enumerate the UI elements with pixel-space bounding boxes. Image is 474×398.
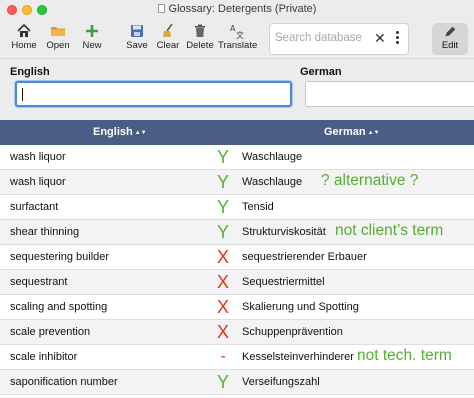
english-term: scaling and spotting: [10, 301, 108, 313]
trash-icon: [186, 23, 214, 40]
table-row[interactable]: saponification number Y Verseifungszahl: [0, 370, 474, 395]
edit-button[interactable]: Edit: [432, 23, 468, 55]
svg-text:文: 文: [236, 30, 244, 39]
text-caret: [22, 88, 23, 101]
german-term: Schuppenprävention: [242, 326, 343, 338]
status-cross-icon: X: [216, 322, 229, 342]
status-check-icon: Y: [216, 197, 229, 217]
plus-icon: [80, 23, 104, 40]
english-column-header[interactable]: English ▲▼: [93, 126, 147, 138]
translate-icon: A文: [218, 23, 256, 40]
glossary-table: wash liquor Y Waschlauge wash liquor Y W…: [0, 145, 474, 395]
english-term: saponification number: [10, 376, 118, 388]
status-dash-icon: -: [220, 348, 226, 365]
german-term: Waschlauge: [242, 176, 303, 188]
delete-button[interactable]: Delete: [186, 23, 214, 51]
broom-icon: [156, 23, 180, 40]
german-label: German: [300, 66, 342, 78]
status-cross-icon: X: [216, 272, 229, 292]
german-term: Strukturviskosität: [242, 226, 326, 238]
window-title: Glossary: Detergents (Private): [0, 3, 474, 15]
status-check-icon: Y: [216, 172, 229, 192]
english-field[interactable]: [15, 81, 292, 107]
english-term: wash liquor: [10, 151, 66, 163]
table-row[interactable]: wash liquor Y Waschlauge: [0, 145, 474, 170]
german-term: sequestrierender Erbauer: [242, 251, 367, 263]
clear-button[interactable]: Clear: [156, 23, 180, 51]
english-term: scale inhibitor: [10, 351, 78, 363]
german-field[interactable]: [305, 81, 474, 107]
english-term: scale prevention: [10, 326, 91, 338]
english-term: sequestrant: [10, 276, 68, 288]
english-term: sequestering builder: [10, 251, 110, 263]
search-input[interactable]: [275, 32, 370, 44]
save-button[interactable]: Save: [125, 23, 149, 51]
table-row[interactable]: sequestering builder X sequestrierender …: [0, 245, 474, 270]
folder-icon: [45, 23, 71, 40]
annotation-note: not tech. term: [357, 347, 452, 364]
table-row[interactable]: scaling and spotting X Skalierung und Sp…: [0, 295, 474, 320]
pencil-icon: [432, 23, 468, 40]
german-term: Sequestriermittel: [242, 276, 325, 288]
term-fields: English German: [0, 58, 474, 120]
save-icon: [125, 23, 149, 40]
german-term: Verseifungszahl: [242, 376, 320, 388]
document-icon: [157, 4, 165, 13]
status-check-icon: Y: [216, 147, 229, 167]
toolbar: Home Open New Save Clear Delete A文 Trans…: [0, 20, 474, 58]
english-term: shear thinning: [10, 226, 80, 238]
title-bar: Glossary: Detergents (Private): [0, 0, 474, 20]
english-term: surfactant: [10, 201, 59, 213]
more-options-icon[interactable]: [396, 31, 400, 46]
sort-icon: ▲▼: [134, 130, 147, 136]
table-row[interactable]: scale prevention X Schuppenprävention: [0, 320, 474, 345]
table-row[interactable]: surfactant Y Tensid: [0, 195, 474, 220]
english-label: English: [10, 66, 50, 78]
german-term: Waschlauge: [242, 151, 303, 163]
clear-search-icon[interactable]: ✕: [374, 31, 386, 45]
annotation-note: not client’s term: [335, 222, 444, 239]
table-row[interactable]: sequestrant X Sequestriermittel: [0, 270, 474, 295]
status-cross-icon: X: [216, 297, 229, 317]
translate-button[interactable]: A文 Translate: [218, 23, 257, 51]
table-header: English ▲▼ German ▲▼: [0, 120, 474, 145]
table-row[interactable]: shear thinning Y Strukturviskosität not …: [0, 220, 474, 245]
table-row[interactable]: scale inhibitor - Kesselsteinverhinderer…: [0, 345, 474, 370]
sort-icon: ▲▼: [367, 130, 380, 136]
german-column-header[interactable]: German ▲▼: [324, 126, 379, 138]
status-check-icon: Y: [216, 372, 229, 392]
status-cross-icon: X: [216, 247, 229, 267]
status-check-icon: Y: [216, 222, 229, 242]
table-row[interactable]: wash liquor Y Waschlauge ? alternative ?: [0, 170, 474, 195]
new-button[interactable]: New: [80, 23, 104, 51]
german-term: Kesselsteinverhinderer: [242, 351, 354, 363]
open-button[interactable]: Open: [45, 23, 71, 51]
english-term: wash liquor: [10, 176, 66, 188]
german-term: Skalierung und Spotting: [242, 301, 359, 313]
home-icon: [10, 23, 38, 40]
german-term: Tensid: [242, 201, 274, 213]
home-button[interactable]: Home: [10, 23, 38, 51]
search-box: ✕: [269, 23, 409, 55]
annotation-note: ? alternative ?: [321, 172, 419, 189]
